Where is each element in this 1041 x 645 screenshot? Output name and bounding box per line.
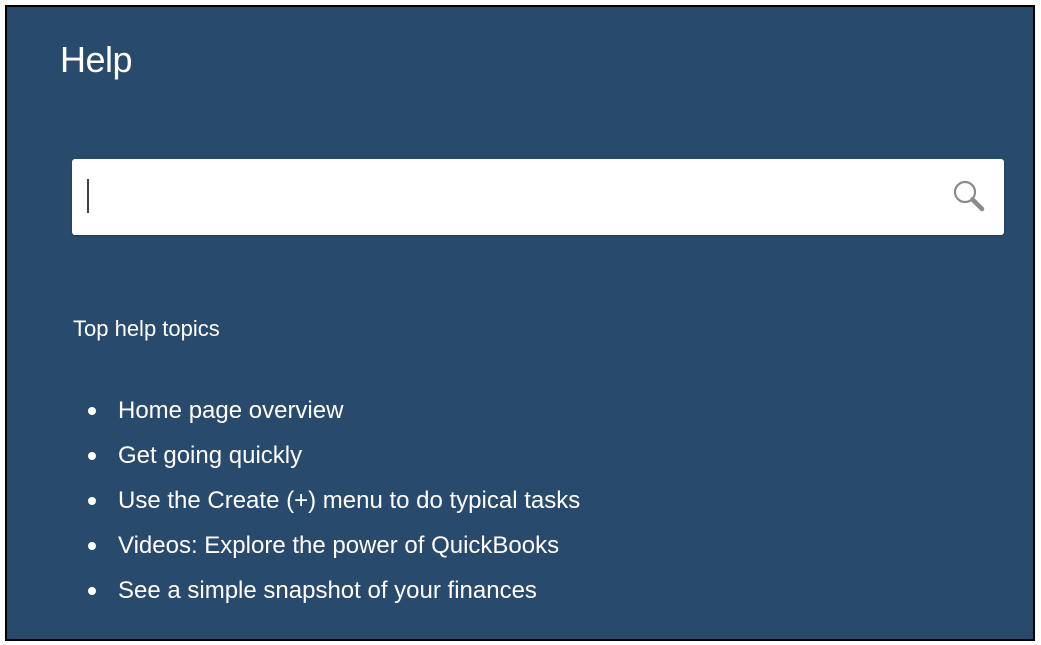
search-input[interactable]: [86, 169, 926, 225]
help-panel: Help Top help topics Home page overview …: [7, 7, 1033, 639]
bullet-icon: [88, 542, 96, 550]
bullet-icon: [88, 452, 96, 460]
panel-title: Help: [60, 39, 133, 80]
list-item: See a simple snapshot of your finances: [85, 568, 580, 613]
topic-link-home-page-overview[interactable]: Home page overview: [118, 397, 343, 424]
search-icon[interactable]: [950, 177, 988, 215]
screenshot-frame: Help Top help topics Home page overview …: [5, 5, 1035, 641]
topic-link-get-going-quickly[interactable]: Get going quickly: [118, 442, 302, 469]
list-item: Get going quickly: [85, 433, 580, 478]
list-item: Use the Create (+) menu to do typical ta…: [85, 478, 580, 523]
help-topics-list: Home page overview Get going quickly Use…: [85, 388, 580, 613]
bullet-icon: [88, 497, 96, 505]
topic-link-create-menu[interactable]: Use the Create (+) menu to do typical ta…: [118, 487, 580, 514]
text-cursor: [87, 179, 89, 213]
list-item: Videos: Explore the power of QuickBooks: [85, 523, 580, 568]
topic-link-videos[interactable]: Videos: Explore the power of QuickBooks: [118, 532, 559, 559]
bullet-icon: [88, 587, 96, 595]
top-help-topics-heading: Top help topics: [73, 316, 220, 341]
bullet-icon: [88, 407, 96, 415]
list-item: Home page overview: [85, 388, 580, 433]
topic-link-finances-snapshot[interactable]: See a simple snapshot of your finances: [118, 577, 537, 604]
search-box: [72, 159, 1004, 235]
